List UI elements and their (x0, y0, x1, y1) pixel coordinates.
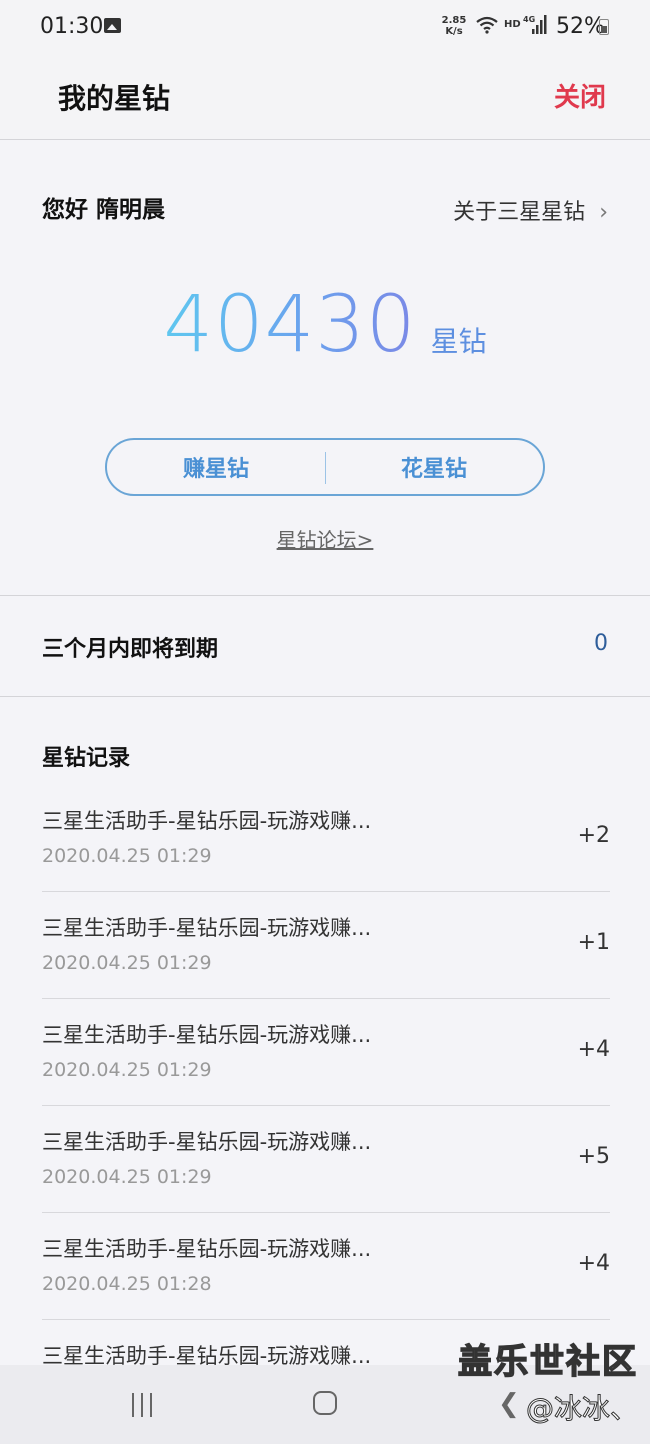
about-link[interactable]: 关于三星星钻 › (453, 194, 608, 226)
record-time: 2020.04.25 01:29 (42, 1059, 212, 1081)
record-time: 2020.04.25 01:29 (42, 1166, 212, 1188)
list-item[interactable]: 三星生活助手-星钻乐园-玩游戏赚... 2020.04.25 01:29 +1 (42, 892, 610, 999)
network-speed-value: 2.85 (441, 15, 467, 26)
recents-icon[interactable] (132, 1393, 156, 1417)
battery-percent: 52% (556, 14, 605, 39)
record-points: +1 (577, 930, 610, 955)
wifi-icon (476, 16, 498, 34)
records-title: 星钻记录 (42, 746, 131, 771)
record-title: 三星生活助手-星钻乐园-玩游戏赚... (42, 1130, 372, 1154)
home-icon[interactable] (313, 1391, 337, 1415)
close-button[interactable]: 关闭 (554, 77, 606, 114)
list-item[interactable]: 三星生活助手-星钻乐园-玩游戏赚... (42, 1320, 610, 1365)
record-list: 三星生活助手-星钻乐园-玩游戏赚... 2020.04.25 01:29 +2 … (42, 785, 610, 1365)
record-title: 三星生活助手-星钻乐园-玩游戏赚... (42, 916, 372, 940)
list-item[interactable]: 三星生活助手-星钻乐园-玩游戏赚... 2020.04.25 01:28 +4 (42, 1213, 610, 1320)
record-title: 三星生活助手-星钻乐园-玩游戏赚... (42, 809, 372, 833)
signal-icon: 4G (523, 15, 547, 34)
greeting: 您好 隋明晨 (42, 197, 166, 223)
balance: 40430 星钻 (0, 280, 650, 370)
battery-icon (599, 19, 609, 35)
svg-text:4G: 4G (523, 15, 535, 24)
record-title: 三星生活助手-星钻乐园-玩游戏赚... (42, 1237, 372, 1261)
forum-link[interactable]: 星钻论坛> (0, 524, 650, 553)
list-item[interactable]: 三星生活助手-星钻乐园-玩游戏赚... 2020.04.25 01:29 +4 (42, 999, 610, 1106)
expiry-value: 0 (594, 631, 608, 656)
balance-card: 您好 隋明晨 关于三星星钻 › 40430 星钻 赚星钻 花星钻 星钻论坛> (0, 140, 650, 596)
expiry-label: 三个月内即将到期 (42, 637, 219, 662)
status-bar: 01:30 2.85 K/s HD 4G 52% (0, 0, 650, 55)
spend-button[interactable]: 花星钻 (325, 440, 543, 494)
record-points: +4 (577, 1037, 610, 1062)
balance-value: 40430 (163, 280, 417, 370)
record-time: 2020.04.25 01:28 (42, 1273, 212, 1295)
app-header: 我的星钻 关闭 (0, 55, 650, 140)
about-link-label: 关于三星星钻 (453, 200, 586, 225)
chevron-right-icon: › (599, 200, 608, 225)
earn-button[interactable]: 赚星钻 (107, 440, 325, 494)
action-pill: 赚星钻 花星钻 (105, 438, 545, 496)
list-item[interactable]: 三星生活助手-星钻乐园-玩游戏赚... 2020.04.25 01:29 +5 (42, 1106, 610, 1213)
record-time: 2020.04.25 01:29 (42, 845, 212, 867)
record-points: +5 (577, 1144, 610, 1169)
network-speed-unit: K/s (445, 26, 463, 37)
status-time: 01:30 (40, 14, 104, 39)
navigation-bar: ❮ (0, 1365, 650, 1444)
expiry-row[interactable]: 三个月内即将到期 0 (0, 596, 650, 697)
records-section: 星钻记录 三星生活助手-星钻乐园-玩游戏赚... 2020.04.25 01:2… (0, 697, 650, 1365)
balance-unit: 星钻 (430, 325, 487, 358)
record-points: +4 (577, 1251, 610, 1276)
list-item[interactable]: 三星生活助手-星钻乐园-玩游戏赚... 2020.04.25 01:29 +2 (42, 785, 610, 892)
record-title: 三星生活助手-星钻乐园-玩游戏赚... (42, 1344, 372, 1365)
record-title: 三星生活助手-星钻乐园-玩游戏赚... (42, 1023, 372, 1047)
hd-indicator: HD (504, 19, 521, 30)
page-title: 我的星钻 (58, 82, 171, 115)
record-time: 2020.04.25 01:29 (42, 952, 212, 974)
gallery-icon (104, 18, 121, 33)
record-points: +2 (577, 823, 610, 848)
network-speed: 2.85 K/s (438, 15, 470, 37)
back-icon[interactable]: ❮ (498, 1389, 520, 1419)
